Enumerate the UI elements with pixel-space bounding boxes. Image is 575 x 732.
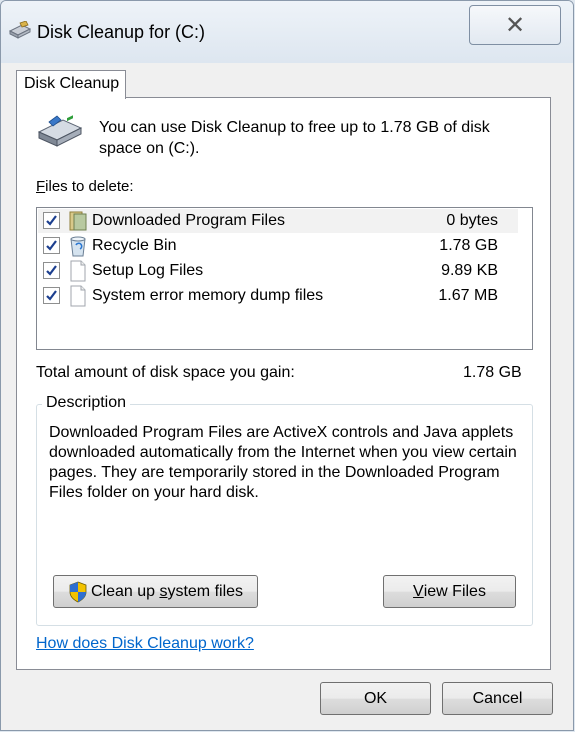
checkmark-icon bbox=[46, 290, 57, 301]
clean-up-system-files-button[interactable]: Clean up s ystem files bbox=[53, 575, 258, 608]
file-name: Recycle Bin bbox=[92, 237, 177, 254]
drive-icon bbox=[37, 115, 83, 147]
checkbox-downloaded-program-files[interactable] bbox=[43, 212, 60, 229]
files-label-rest: iles to delete: bbox=[45, 178, 134, 195]
checkmark-icon bbox=[46, 240, 57, 251]
ok-button[interactable]: OK bbox=[320, 682, 431, 715]
checkbox-system-error-memory-dump-files[interactable] bbox=[43, 287, 60, 304]
clean-label-accel: s bbox=[159, 582, 168, 600]
recycle-bin-icon bbox=[70, 236, 86, 257]
checkmark-icon bbox=[46, 265, 57, 276]
description-text: Downloaded Program Files are ActiveX con… bbox=[49, 424, 517, 501]
description-legend: Description bbox=[42, 394, 131, 412]
tab-disk-cleanup[interactable]: Disk Cleanup bbox=[16, 70, 126, 99]
file-row-system-error-memory-dump-files[interactable]: System error memory dump files 1.67 MB bbox=[38, 284, 518, 308]
file-row-downloaded-program-files[interactable]: Downloaded Program Files 0 bytes bbox=[38, 209, 518, 233]
view-files-button[interactable]: View Files bbox=[383, 575, 516, 608]
disk-cleanup-window: Disk Cleanup for (C:) ✕ Disk Cleanup You… bbox=[0, 0, 574, 731]
help-link[interactable]: How does Disk Cleanup work? bbox=[36, 635, 254, 653]
file-size: 1.67 MB bbox=[438, 287, 498, 304]
clean-label-pre: Clean up bbox=[90, 582, 160, 600]
tab-panel: You can use Disk Cleanup to free up to 1… bbox=[16, 97, 551, 670]
uac-shield-icon bbox=[69, 581, 87, 602]
file-row-recycle-bin[interactable]: Recycle Bin 1.78 GB bbox=[38, 234, 518, 258]
checkmark-icon bbox=[46, 215, 57, 226]
document-icon bbox=[70, 285, 86, 307]
file-size: 9.89 KB bbox=[441, 262, 498, 279]
close-button[interactable]: ✕ bbox=[469, 5, 561, 45]
total-space-label: Total amount of disk space you gain: bbox=[36, 364, 295, 381]
intro-text: You can use Disk Cleanup to free up to 1… bbox=[99, 119, 490, 157]
file-size: 1.78 GB bbox=[439, 237, 498, 254]
document-icon bbox=[70, 260, 86, 282]
view-label-rest: iew Files bbox=[423, 582, 486, 600]
dialog-client: Disk Cleanup You can use Disk Cleanup to… bbox=[1, 63, 573, 730]
file-name: Setup Log Files bbox=[92, 262, 204, 279]
file-name: Downloaded Program Files bbox=[92, 212, 285, 229]
checkbox-recycle-bin[interactable] bbox=[43, 237, 60, 254]
window-title: Disk Cleanup for (C:) bbox=[37, 22, 206, 42]
clean-label-post: ystem files bbox=[167, 582, 244, 600]
folder-icon bbox=[69, 211, 87, 231]
disk-cleanup-icon bbox=[8, 21, 32, 39]
checkbox-setup-log-files[interactable] bbox=[43, 262, 60, 279]
cancel-button[interactable]: Cancel bbox=[442, 682, 553, 715]
files-label-accel: F bbox=[36, 178, 46, 195]
files-to-delete-label: Files to delete: bbox=[36, 178, 134, 195]
files-list[interactable]: Downloaded Program Files 0 bytes Recycle… bbox=[36, 207, 533, 350]
close-icon: ✕ bbox=[504, 11, 526, 39]
file-name: System error memory dump files bbox=[92, 287, 324, 304]
file-row-setup-log-files[interactable]: Setup Log Files 9.89 KB bbox=[38, 259, 518, 283]
title-bar[interactable]: Disk Cleanup for (C:) ✕ bbox=[1, 1, 573, 63]
view-label-accel: V bbox=[413, 582, 424, 600]
total-space-value: 1.78 GB bbox=[463, 364, 522, 381]
file-size: 0 bytes bbox=[446, 212, 498, 229]
